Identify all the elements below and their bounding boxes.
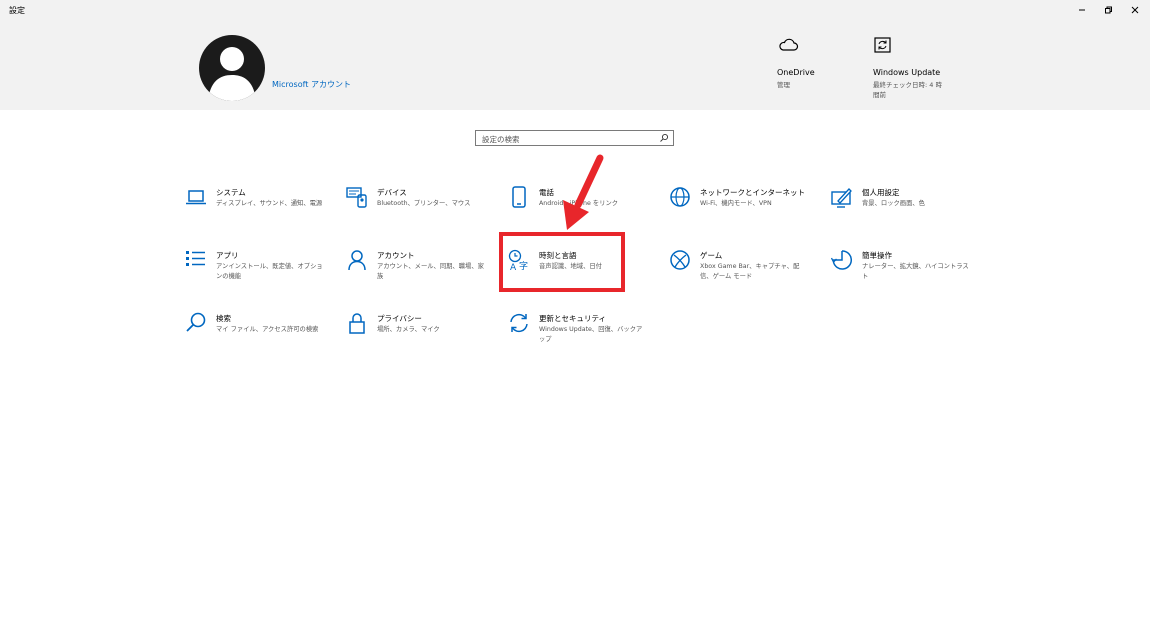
tile-update-security[interactable]: 更新とセキュリティ Windows Update、回復、バックアップ <box>508 312 658 356</box>
personalization-icon <box>831 188 852 208</box>
tile-title: アカウント <box>377 251 415 260</box>
minimize-icon[interactable] <box>1075 3 1089 17</box>
tile-title: システム <box>216 188 246 197</box>
tile-title: 時刻と言語 <box>539 251 577 260</box>
tile-subtitle: アカウント、メール、同期、職場、家族 <box>377 263 484 280</box>
person-icon <box>348 250 366 271</box>
tile-subtitle: Bluetooth、プリンター、マウス <box>377 200 471 207</box>
onedrive-quick-link[interactable]: OneDrive 管理 <box>777 36 847 96</box>
tile-gaming[interactable]: ゲーム Xbox Game Bar、キャプチャ、配信、ゲーム モード <box>669 249 819 293</box>
tile-subtitle: ディスプレイ、サウンド、通知、電源 <box>216 200 323 207</box>
tile-subtitle: 場所、カメラ、マイク <box>377 326 440 333</box>
tile-title: 個人用設定 <box>862 188 900 197</box>
tile-title: デバイス <box>377 188 407 197</box>
tile-time-language[interactable]: A 字 時刻と言語 音声認識、地域、日付 <box>508 249 658 293</box>
windows-update-subtitle: 最終チェック日時: 4 時間前 <box>873 81 942 99</box>
tile-system[interactable]: システム ディスプレイ、サウンド、通知、電源 <box>185 186 335 230</box>
settings-search-input[interactable]: 設定の検索 <box>475 130 674 146</box>
tile-title: アプリ <box>216 251 239 260</box>
search-placeholder: 設定の検索 <box>482 135 520 144</box>
globe-icon <box>670 187 690 207</box>
tile-ease-of-access[interactable]: 簡単操作 ナレーター、拡大鏡、ハイコントラスト <box>831 249 981 293</box>
windows-update-quick-link[interactable]: Windows Update 最終チェック日時: 4 時間前 <box>873 36 948 100</box>
search-icon[interactable] <box>659 133 669 143</box>
tile-title: 更新とセキュリティ <box>539 314 607 323</box>
tile-phone[interactable]: 電話 Android、iPhone をリンク <box>508 186 658 230</box>
tile-title: ネットワークとインターネット <box>700 188 805 197</box>
avatar[interactable] <box>199 35 265 101</box>
search-icon <box>186 312 206 332</box>
time-language-icon: A 字 <box>508 249 528 271</box>
tile-subtitle: Android、iPhone をリンク <box>539 200 619 207</box>
svg-text:字: 字 <box>519 260 528 271</box>
tile-subtitle: Xbox Game Bar、キャプチャ、配信、ゲーム モード <box>700 263 800 280</box>
app-title: 設定 <box>9 6 25 15</box>
tile-title: プライバシー <box>377 314 422 323</box>
svg-text:A: A <box>510 263 517 271</box>
tile-title: 検索 <box>216 314 231 323</box>
tile-subtitle: 音声認識、地域、日付 <box>539 263 602 270</box>
sync-icon <box>510 313 528 333</box>
tile-subtitle: ナレーター、拡大鏡、ハイコントラスト <box>862 263 969 280</box>
tile-accounts[interactable]: アカウント アカウント、メール、同期、職場、家族 <box>346 249 496 293</box>
lock-icon <box>349 313 365 334</box>
apps-list-icon <box>186 251 205 266</box>
ease-of-access-icon <box>831 250 853 270</box>
onedrive-title: OneDrive <box>777 68 815 77</box>
tile-search[interactable]: 検索 マイ ファイル、アクセス許可の検索 <box>185 312 335 356</box>
tile-subtitle: Windows Update、回復、バックアップ <box>539 326 643 343</box>
user-silhouette-icon <box>208 47 256 101</box>
tile-title: 簡単操作 <box>862 251 892 260</box>
windows-update-icon <box>874 37 891 53</box>
restore-icon[interactable] <box>1101 3 1115 17</box>
tile-network[interactable]: ネットワークとインターネット Wi-Fi、機内モード、VPN <box>669 186 819 230</box>
tile-subtitle: Wi-Fi、機内モード、VPN <box>700 200 772 207</box>
tile-subtitle: マイ ファイル、アクセス許可の検索 <box>216 326 319 333</box>
tile-subtitle: 背景、ロック画面、色 <box>862 200 925 207</box>
tile-personalization[interactable]: 個人用設定 背景、ロック画面、色 <box>831 186 981 230</box>
tile-apps[interactable]: アプリ アンインストール、既定値、オプションの機能 <box>185 249 335 293</box>
phone-icon <box>512 186 526 208</box>
tile-devices[interactable]: デバイス Bluetooth、プリンター、マウス <box>346 186 496 230</box>
tile-subtitle: アンインストール、既定値、オプションの機能 <box>216 263 323 280</box>
title-bar: 設定 <box>0 0 1150 20</box>
tile-title: 電話 <box>539 188 554 197</box>
close-icon[interactable] <box>1128 3 1142 17</box>
laptop-icon <box>186 190 206 205</box>
xbox-icon <box>670 250 690 270</box>
microsoft-account-link[interactable]: Microsoft アカウント <box>272 79 351 90</box>
devices-icon <box>346 187 367 208</box>
windows-update-title: Windows Update <box>873 68 941 77</box>
tile-title: ゲーム <box>700 251 723 260</box>
cloud-icon <box>779 38 799 51</box>
onedrive-subtitle: 管理 <box>777 81 790 89</box>
tile-privacy[interactable]: プライバシー 場所、カメラ、マイク <box>346 312 496 356</box>
